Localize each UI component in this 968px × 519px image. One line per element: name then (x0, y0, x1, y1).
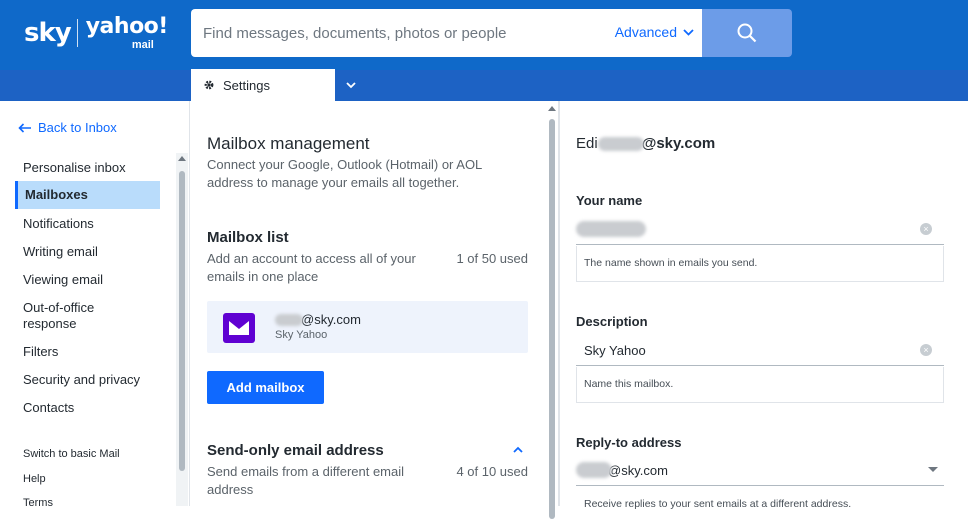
mailbox-email-suffix: @sky.com (301, 312, 361, 327)
logo-separator (76, 19, 78, 47)
yahoo-logo-text: yahoo! (85, 14, 169, 39)
panel-scrollbar[interactable] (546, 101, 558, 519)
reply-to-suffix: @sky.com (608, 462, 668, 478)
search-icon (737, 23, 757, 43)
envelope-icon (223, 313, 255, 343)
arrow-left-icon (18, 122, 31, 133)
reply-to-select[interactable]: @sky.com (576, 456, 944, 486)
send-only-title: Send-only email address (207, 442, 384, 459)
clear-icon[interactable]: × (920, 344, 932, 356)
clear-icon[interactable]: × (920, 223, 932, 235)
sidebar-item-notifications[interactable]: Notifications (15, 216, 160, 232)
redacted-blur (275, 313, 303, 326)
sidebar-item-out-of-office[interactable]: Out-of-office response (15, 300, 125, 332)
mailbox-management-description: Connect your Google, Outlook (Hotmail) o… (207, 157, 482, 190)
sidebar-scrollbar-thumb[interactable] (179, 171, 185, 471)
edit-heading-suffix: @sky.com (641, 135, 716, 152)
search-input[interactable] (191, 9, 601, 57)
tab-bar (0, 70, 968, 101)
mailbox-list-count: 1 of 50 used (456, 251, 528, 266)
dropdown-arrow-icon[interactable] (928, 467, 938, 472)
tab-settings-label: Settings (223, 77, 270, 93)
tab-dropdown-button[interactable] (343, 77, 359, 93)
your-name-help: The name shown in emails you send. (584, 257, 758, 269)
chevron-down-icon (346, 81, 356, 88)
mail-logo-text: mail (131, 39, 154, 51)
reply-to-value[interactable]: @sky.com (576, 462, 668, 478)
mailbox-name: Sky Yahoo (275, 329, 328, 341)
redacted-blur (597, 136, 644, 151)
sidebar-item-mailboxes[interactable]: Mailboxes (15, 181, 160, 209)
mailbox-list-title: Mailbox list (207, 229, 289, 246)
your-name-input[interactable] (576, 215, 906, 243)
send-only-description: Send emails from a different email addre… (207, 464, 405, 497)
reply-to-label: Reply-to address (576, 435, 682, 450)
yahoo-mail-logo: yahoo! mail (85, 14, 169, 51)
description-field: × (576, 336, 944, 366)
edit-heading-prefix: Edi (576, 135, 598, 152)
search-button[interactable] (702, 9, 792, 57)
description-input[interactable] (576, 336, 906, 364)
gear-icon (204, 80, 214, 90)
mailbox-management-title: Mailbox management (207, 134, 370, 153)
tab-settings[interactable]: Settings (191, 69, 335, 101)
terms-link[interactable]: Terms (23, 497, 53, 509)
panel-scrollbar-thumb[interactable] (549, 119, 555, 519)
sidebar-item-viewing-email[interactable]: Viewing email (15, 272, 160, 288)
sidebar-item-contacts[interactable]: Contacts (15, 400, 160, 416)
mailbox-list-item[interactable]: @sky.com Sky Yahoo (207, 301, 528, 353)
edit-mailbox-heading: Edi @sky.com (576, 135, 715, 152)
help-link[interactable]: Help (23, 473, 46, 485)
sky-yahoo-logo[interactable]: sky yahoo! mail (24, 14, 168, 52)
send-only-count: 4 of 10 used (456, 464, 528, 479)
scroll-up-icon[interactable] (178, 156, 186, 161)
chevron-up-icon[interactable] (512, 444, 524, 456)
back-to-inbox-link[interactable]: Back to Inbox (18, 120, 117, 135)
advanced-search-button[interactable]: Advanced (615, 24, 694, 40)
redacted-blur (576, 462, 612, 478)
chevron-down-icon (683, 28, 694, 36)
back-to-inbox-label: Back to Inbox (38, 120, 117, 135)
search-box: Advanced (191, 9, 702, 57)
add-mailbox-button[interactable]: Add mailbox (207, 371, 324, 404)
sidebar-item-personalise-inbox[interactable]: Personalise inbox (15, 160, 160, 176)
your-name-label: Your name (576, 193, 643, 208)
your-name-field: × (576, 215, 944, 245)
sky-logo-text: sky (24, 18, 72, 48)
mailbox-email: @sky.com (275, 312, 361, 327)
scroll-up-icon[interactable] (548, 106, 556, 111)
sidebar-item-writing-email[interactable]: Writing email (15, 244, 160, 260)
sidebar-item-security-privacy[interactable]: Security and privacy (15, 372, 160, 388)
sidebar-scrollbar[interactable] (176, 153, 188, 506)
sidebar-item-filters[interactable]: Filters (15, 344, 160, 360)
switch-basic-mail-link[interactable]: Switch to basic Mail (23, 448, 120, 460)
description-label: Description (576, 314, 648, 329)
mailbox-list-description: Add an account to access all of your ema… (207, 251, 416, 284)
description-help: Name this mailbox. (584, 378, 674, 390)
advanced-label: Advanced (614, 24, 677, 40)
reply-to-help: Receive replies to your sent emails at a… (584, 498, 852, 510)
